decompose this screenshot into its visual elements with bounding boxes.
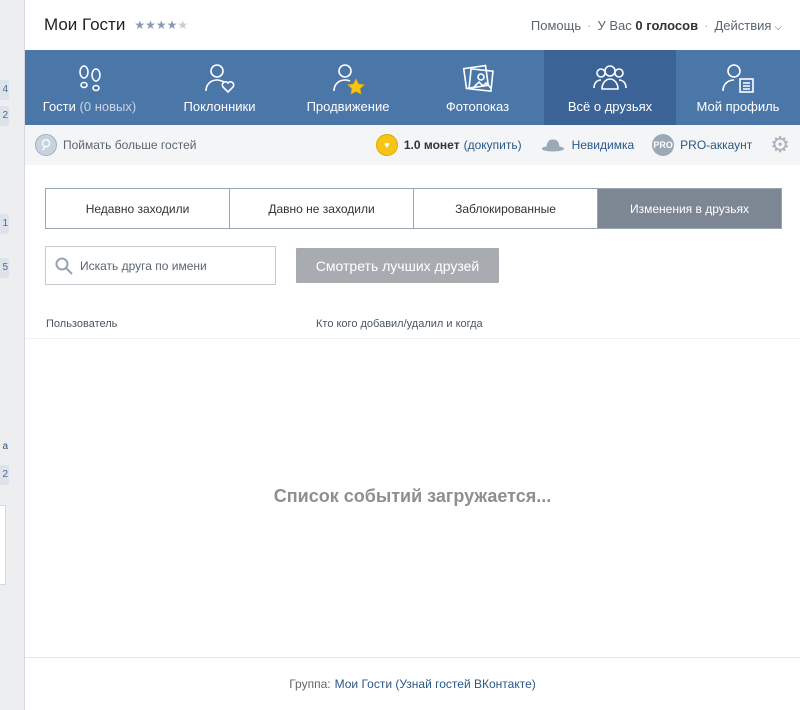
- column-changes: Кто кого добавил/удалил и когда: [316, 317, 483, 330]
- nav-fans[interactable]: Поклонники: [154, 50, 285, 125]
- nav-guests[interactable]: Гости (0 новых): [25, 50, 154, 125]
- best-friends-button[interactable]: Смотреть лучших друзей: [296, 248, 499, 283]
- toolbar: Поймать больше гостей ♥ 1.0 монет (докуп…: [25, 125, 800, 165]
- pro-account-link[interactable]: PRO PRO-аккаунт: [652, 134, 752, 156]
- catch-more-guests-label: Поймать больше гостей: [63, 138, 197, 152]
- catch-icon: [35, 134, 57, 156]
- footer-group-label: Группа:: [289, 677, 331, 691]
- invisible-mode-link[interactable]: Невидимка: [540, 134, 635, 156]
- photos-icon: [462, 64, 494, 92]
- group-icon: [593, 65, 627, 90]
- nav-fans-label: Поклонники: [183, 99, 256, 114]
- search-input[interactable]: Искать друга по имени: [45, 246, 276, 285]
- person-star-icon: [333, 64, 365, 95]
- rating-stars-off: ★: [177, 18, 189, 32]
- background-text: а: [2, 441, 8, 452]
- nav-about-friends-label: Всё о друзьях: [567, 99, 653, 114]
- nav-guests-new-count: (0 новых): [79, 99, 137, 114]
- background-counter: 4: [0, 80, 9, 100]
- gear-icon[interactable]: ⚙: [770, 132, 790, 158]
- chevron-down-icon: ⌵: [774, 21, 782, 33]
- background-panel: [0, 505, 6, 585]
- coin-icon: ♥: [375, 134, 398, 156]
- nav-my-profile[interactable]: Мой профиль: [676, 50, 800, 125]
- tab-blocked[interactable]: Заблокированные: [414, 189, 598, 228]
- rating-stars-on: ★★★★: [134, 18, 178, 32]
- tab-long-not-visited[interactable]: Давно не заходили: [230, 189, 414, 228]
- loading-message: Список событий загружается...: [273, 486, 552, 506]
- separator-dot: ·: [587, 17, 592, 33]
- search-row: Искать друга по имени Смотреть лучших др…: [45, 246, 800, 285]
- nav-my-profile-label: Мой профиль: [696, 99, 780, 114]
- nav-promotion-label: Продвижение: [306, 99, 390, 114]
- footer-group-link[interactable]: Мои Гости (Узнай гостей ВКонтакте): [335, 677, 536, 691]
- rating-stars: ★★★★★: [134, 18, 188, 32]
- main-nav: Гости (0 новых) Поклонники Продвижение Ф…: [25, 50, 800, 125]
- nav-about-friends[interactable]: Всё о друзьях: [544, 50, 676, 125]
- coins-balance: ♥ 1.0 монет (докупить): [375, 134, 522, 156]
- friends-tabs: Недавно заходили Давно не заходили Забло…: [45, 188, 782, 229]
- app-window: Мои Гости ★★★★★ Помощь · У Вас 0 голосов…: [25, 0, 800, 710]
- catch-more-guests-link[interactable]: Поймать больше гостей: [35, 134, 196, 156]
- background-counter: 5: [0, 258, 9, 278]
- separator-dot: ·: [704, 17, 709, 33]
- nav-photoshow[interactable]: Фотопоказ: [411, 50, 544, 125]
- header-links: Помощь · У Вас 0 голосов · Действия ⌵: [531, 18, 782, 33]
- events-list: Список событий загружается...: [25, 339, 800, 657]
- buy-coins-link[interactable]: (докупить): [464, 138, 522, 152]
- nav-promotion[interactable]: Продвижение: [285, 50, 411, 125]
- footer: Группа: Мои Гости (Узнай гостей ВКонтакт…: [25, 657, 800, 710]
- footprints-icon: [78, 65, 101, 92]
- actions-label: Действия: [714, 17, 772, 33]
- title-bar: Мои Гости ★★★★★ Помощь · У Вас 0 голосов…: [25, 0, 800, 50]
- column-user: Пользователь: [46, 317, 118, 330]
- help-link[interactable]: Помощь: [531, 18, 581, 33]
- app-title: Мои Гости: [44, 15, 126, 34]
- invisible-mode-label: Невидимка: [571, 138, 635, 152]
- person-card-icon: [722, 64, 754, 93]
- tab-recently-visited[interactable]: Недавно заходили: [46, 189, 230, 228]
- background-page: 4 2 1 5 а 2: [0, 0, 25, 710]
- hat-icon: [540, 134, 566, 156]
- coins-amount: 1.0 монет: [403, 138, 460, 152]
- search-placeholder: Искать друга по имени: [80, 258, 207, 273]
- nav-photoshow-label: Фотопоказ: [445, 99, 510, 114]
- votes-prefix: У Вас: [597, 17, 632, 33]
- pro-badge-icon: PRO: [652, 134, 675, 156]
- background-counter: 1: [0, 214, 9, 234]
- actions-menu[interactable]: Действия ⌵: [714, 18, 782, 33]
- nav-guests-label: Гости: [42, 99, 76, 114]
- search-icon: [55, 257, 73, 275]
- person-heart-icon: [204, 64, 234, 94]
- tab-friend-changes[interactable]: Изменения в друзьях: [598, 189, 781, 228]
- background-counter: 2: [0, 465, 9, 485]
- background-counter: 2: [0, 106, 9, 126]
- pro-account-label: PRO-аккаунт: [680, 138, 753, 152]
- votes-count[interactable]: 0 голосов: [635, 18, 698, 33]
- table-header: Пользователь Кто кого добавил/удалил и к…: [25, 309, 800, 339]
